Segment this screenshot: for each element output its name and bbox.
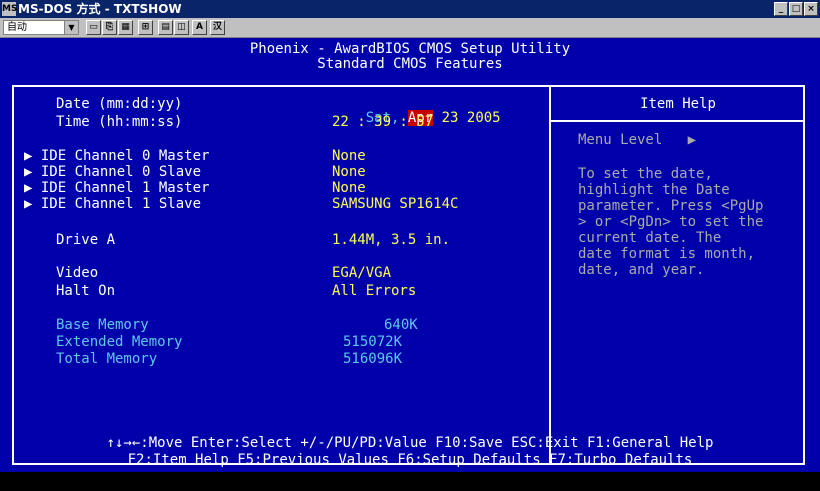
bottom-black-bar [0, 472, 820, 491]
menu-level: Menu Level ▶ [578, 132, 697, 148]
minimize-button[interactable]: _ [774, 2, 788, 16]
help-line: current date. The [578, 230, 722, 246]
ide-channel-1-slave-label[interactable]: ▶ IDE Channel 1 Slave [24, 197, 201, 211]
msdos-app-icon[interactable]: MS [2, 2, 17, 16]
bios-header: Phoenix - AwardBIOS CMOS Setup Utility S… [0, 42, 820, 72]
time-value[interactable]: 22 : 39 : 57 [332, 115, 433, 129]
key-help-line-1: ↑↓→←:Move Enter:Select +/-/PU/PD:Value F… [106, 435, 714, 451]
window-titlebar: MS MS-DOS 方式 - TXTSHOW _ □ × [0, 0, 820, 18]
total-memory-value: 516096K [343, 351, 403, 367]
ide-channel-1-master-value[interactable]: None [332, 181, 366, 195]
background-icon[interactable]: ◫ [174, 20, 189, 35]
bios-screen: Phoenix - AwardBIOS CMOS Setup Utility S… [0, 38, 820, 491]
font-icon[interactable]: A [192, 20, 207, 35]
extended-memory-value: 515072K [343, 334, 403, 350]
drive-a-label: Drive A [56, 232, 116, 248]
help-line: parameter. Press <PgUp [578, 198, 764, 214]
chevron-down-icon[interactable]: ▼ [64, 21, 78, 34]
total-memory-label: Total Memory [56, 351, 158, 367]
video-value[interactable]: EGA/VGA [332, 266, 391, 280]
date-label: Date (mm:dd:yy) [56, 96, 183, 112]
drive-a-value[interactable]: 1.44M, 3.5 in. [332, 233, 450, 247]
ide-channel-0-slave-label[interactable]: ▶ IDE Channel 0 Slave [24, 165, 201, 179]
key-help-line-2: F2:Item Help F5:Previous Values F6:Setup… [127, 452, 693, 468]
toolbar: 自动 ▼ ▭ ⎘ ▦ ⊞ ▤ ◫ A 汉 [0, 18, 820, 38]
ide-channel-0-slave-value[interactable]: None [332, 165, 366, 179]
help-separator [551, 120, 805, 122]
font-size-select[interactable]: 自动 ▼ [3, 20, 79, 35]
help-line: date, and year. [578, 262, 705, 278]
maximize-button[interactable]: □ [789, 2, 803, 16]
item-help-title: Item Help [640, 96, 716, 112]
halt-on-value[interactable]: All Errors [332, 284, 416, 298]
mark-icon[interactable]: ▭ [86, 20, 101, 35]
help-line: highlight the Date [578, 182, 730, 198]
date-day-year[interactable]: 23 2005 [442, 110, 501, 126]
bios-utility-title: Phoenix - AwardBIOS CMOS Setup Utility [249, 41, 571, 57]
close-button[interactable]: × [804, 2, 818, 16]
ide-channel-0-master-value[interactable]: None [332, 149, 366, 163]
font-size-value: 自动 [7, 22, 27, 33]
ide-channel-1-master-label[interactable]: ▶ IDE Channel 1 Master [24, 181, 209, 195]
ide-channel-0-master-label[interactable]: ▶ IDE Channel 0 Master [24, 149, 209, 163]
chinese-input-icon[interactable]: 汉 [210, 20, 225, 35]
bios-page-title: Standard CMOS Features [317, 56, 503, 72]
ide-channel-1-slave-value[interactable]: SAMSUNG SP1614C [332, 197, 458, 211]
window-controls: _ □ × [774, 2, 818, 16]
properties-icon[interactable]: ▤ [158, 20, 173, 35]
help-line: date format is month, [578, 246, 756, 262]
panel-divider [549, 85, 551, 465]
video-label: Video [56, 265, 99, 281]
base-memory-value: 640K [384, 317, 418, 333]
copy-icon[interactable]: ⎘ [102, 20, 117, 35]
extended-memory-label: Extended Memory [56, 334, 183, 350]
key-help-footer: ↑↓→←:Move Enter:Select +/-/PU/PD:Value F… [0, 435, 820, 469]
time-label: Time (hh:mm:ss) [56, 114, 183, 130]
window-title: MS-DOS 方式 - TXTSHOW [18, 2, 182, 16]
halt-on-label: Halt On [56, 283, 116, 299]
help-line: To set the date, [578, 166, 713, 182]
paste-icon[interactable]: ▦ [118, 20, 133, 35]
fullscreen-icon[interactable]: ⊞ [138, 20, 153, 35]
base-memory-label: Base Memory [56, 317, 149, 333]
help-line: > or <PgDn> to set the [578, 214, 764, 230]
